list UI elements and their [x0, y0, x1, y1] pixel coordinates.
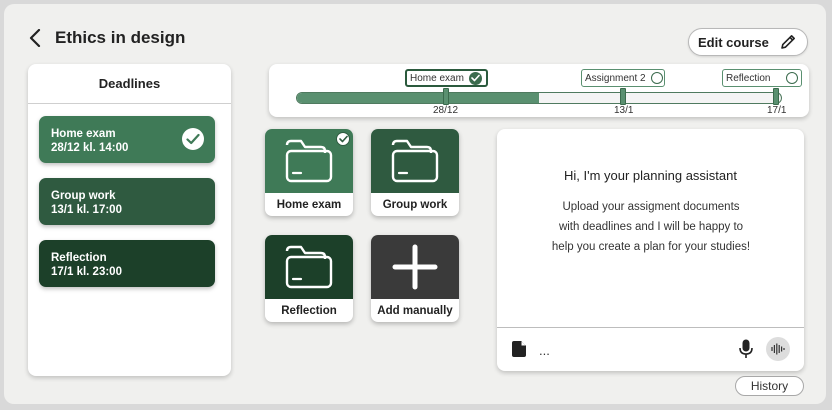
timeline-panel: Home exam Assignment 2 Reflection 28/12 … [269, 64, 809, 117]
deadline-name: Group work [51, 190, 116, 202]
milestone-home-exam[interactable]: Home exam [405, 69, 488, 87]
deadlines-panel: Deadlines Home exam 28/12 kl. 14:00 Grou… [28, 64, 231, 376]
voice-mode-button[interactable] [766, 337, 790, 361]
milestone-tick [620, 88, 626, 105]
tile-add-manually-header [371, 235, 459, 299]
document-icon[interactable] [511, 340, 527, 363]
tile-home-exam[interactable]: Home exam [265, 129, 353, 216]
deadline-date: 28/12 kl. 14:00 [51, 142, 129, 154]
tile-reflection-header [265, 235, 353, 299]
folder-icon [391, 139, 439, 183]
deadline-name: Home exam [51, 128, 116, 140]
tile-home-exam-header [265, 129, 353, 193]
tile-reflection[interactable]: Reflection [265, 235, 353, 322]
milestone-reflection[interactable]: Reflection [722, 69, 802, 87]
app-window: Ethics in design Edit course Deadlines H… [4, 4, 826, 404]
circle-icon [786, 72, 798, 84]
tile-label: Home exam [276, 198, 342, 211]
milestone-tick [773, 88, 779, 105]
edit-course-button[interactable]: Edit course [688, 28, 808, 56]
planning-assistant-panel: Hi, I'm your planning assistant Upload y… [497, 129, 804, 371]
milestone-date: 28/12 [433, 105, 459, 116]
deadline-date: 13/1 kl. 17:00 [51, 204, 122, 216]
chat-input-bar [497, 327, 804, 371]
progress-fill [297, 93, 539, 103]
pencil-icon [779, 33, 797, 51]
plus-icon [392, 244, 438, 290]
checkmark-icon [336, 132, 350, 146]
milestone-date: 17/1 [767, 105, 787, 116]
milestone-label: Reflection [726, 72, 771, 84]
deadline-card-group-work[interactable]: Group work 13/1 kl. 17:00 [39, 178, 215, 225]
deadline-date: 17/1 kl. 23:00 [51, 266, 122, 278]
deadline-card-home-exam[interactable]: Home exam 28/12 kl. 14:00 [39, 116, 215, 163]
tile-group-work[interactable]: Group work [371, 129, 459, 216]
chat-input[interactable] [539, 340, 719, 360]
folder-icon [285, 245, 333, 289]
deadline-card-reflection[interactable]: Reflection 17/1 kl. 23:00 [39, 240, 215, 287]
circle-icon [650, 72, 663, 84]
milestone-date: 13/1 [614, 105, 634, 116]
tile-label: Add manually [377, 304, 453, 317]
chevron-left-icon [29, 29, 41, 47]
waveform-icon [771, 343, 785, 355]
edit-course-label: Edit course [698, 34, 769, 50]
progress-track [296, 92, 782, 104]
deadlines-title: Deadlines [28, 64, 231, 104]
milestone-label: Home exam [410, 72, 464, 84]
check-circle-icon [468, 71, 482, 85]
checkmark-icon [182, 128, 204, 150]
assistant-title: Hi, I'm your planning assistant [563, 168, 737, 183]
deadline-name: Reflection [51, 252, 107, 264]
tile-add-manually[interactable]: Add manually [371, 235, 459, 322]
milestone-tick [443, 88, 449, 105]
tile-label: Reflection [281, 304, 337, 317]
tile-label: Group work [382, 198, 448, 211]
milestone-label: Assignment 2 [585, 72, 646, 84]
page-title: Ethics in design [55, 28, 186, 47]
microphone-icon[interactable] [739, 339, 753, 364]
back-button[interactable] [24, 26, 46, 50]
folder-icon [285, 139, 333, 183]
milestone-assignment-2[interactable]: Assignment 2 [581, 69, 665, 87]
tile-group-work-header [371, 129, 459, 193]
history-button[interactable]: History [735, 376, 804, 396]
assistant-message: Upload your assigment documents with dea… [551, 201, 751, 253]
